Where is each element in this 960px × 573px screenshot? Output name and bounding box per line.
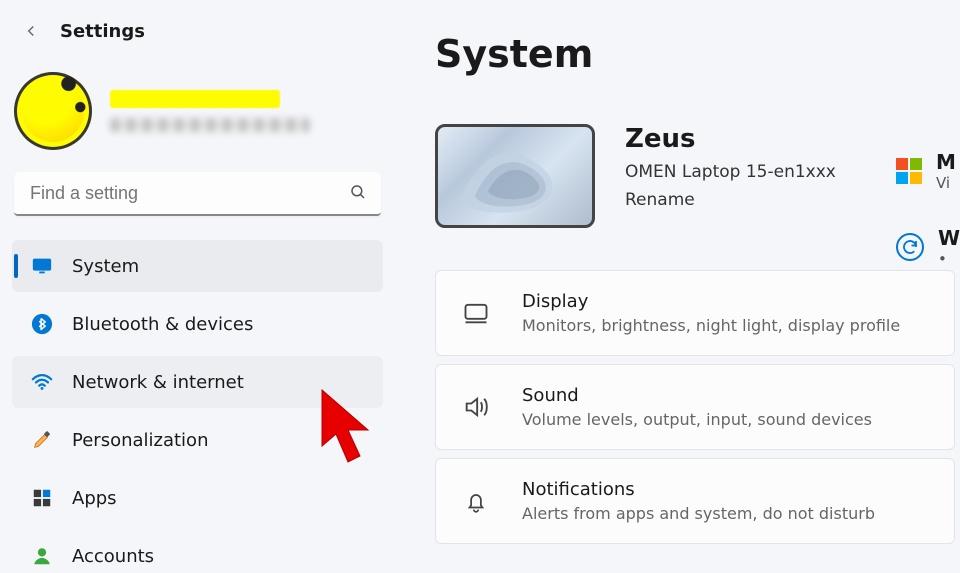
avatar — [14, 72, 92, 150]
sync-icon — [896, 233, 924, 261]
sidebar-item-label: Apps — [72, 488, 117, 509]
wu-heading: W — [938, 226, 960, 250]
bluetooth-icon — [30, 312, 54, 336]
arrow-left-icon — [22, 22, 40, 40]
card-title: Sound — [522, 385, 872, 406]
sidebar-item-label: Personalization — [72, 430, 208, 451]
wu-sub: • — [938, 250, 960, 268]
device-info: Zeus OMEN Laptop 15-en1xxx Rename — [625, 124, 836, 210]
device-name: Zeus — [625, 124, 836, 154]
page-title: System — [435, 32, 960, 76]
sidebar-item-system[interactable]: System — [12, 240, 383, 292]
header: Settings — [10, 18, 385, 44]
user-name-redacted — [110, 90, 280, 108]
card-sound[interactable]: Sound Volume levels, output, input, soun… — [435, 364, 955, 450]
device-model: OMEN Laptop 15-en1xxx — [625, 162, 836, 182]
paintbrush-icon — [30, 428, 54, 452]
wifi-icon — [30, 370, 54, 394]
display-icon — [462, 299, 490, 327]
right-column: M Vi W • — [896, 150, 960, 268]
sidebar-item-personalization[interactable]: Personalization — [12, 414, 383, 466]
card-notifications[interactable]: Notifications Alerts from apps and syste… — [435, 458, 955, 544]
person-icon — [30, 544, 54, 568]
search-box[interactable] — [14, 172, 381, 216]
sidebar: Settings System — [0, 0, 395, 573]
microsoft-logo-icon — [896, 158, 922, 184]
sound-icon — [462, 393, 490, 421]
nav-list: System Bluetooth & devices Network & int… — [10, 240, 385, 573]
device-thumbnail[interactable] — [435, 124, 595, 228]
search-input[interactable] — [14, 172, 381, 216]
back-button[interactable] — [18, 18, 44, 44]
monitor-icon — [30, 254, 54, 278]
user-email-redacted — [110, 118, 310, 132]
sidebar-item-label: System — [72, 256, 139, 277]
apps-icon — [30, 486, 54, 510]
card-title: Display — [522, 291, 900, 312]
card-subtitle: Alerts from apps and system, do not dist… — [522, 504, 875, 523]
card-display[interactable]: Display Monitors, brightness, night ligh… — [435, 270, 955, 356]
card-subtitle: Volume levels, output, input, sound devi… — [522, 410, 872, 429]
profile-text — [110, 90, 310, 132]
ms365-sub: Vi — [936, 174, 956, 192]
settings-card-list: Display Monitors, brightness, night ligh… — [435, 270, 960, 544]
sidebar-item-bluetooth[interactable]: Bluetooth & devices — [12, 298, 383, 350]
rename-link[interactable]: Rename — [625, 190, 836, 210]
card-subtitle: Monitors, brightness, night light, displ… — [522, 316, 900, 335]
main-content: System Zeus OMEN Laptop 15-en1xxx Rename… — [395, 0, 960, 573]
device-info-block: Zeus OMEN Laptop 15-en1xxx Rename — [435, 124, 960, 228]
sidebar-item-label: Network & internet — [72, 372, 244, 393]
sidebar-item-label: Bluetooth & devices — [72, 314, 253, 335]
settings-window: Settings System — [0, 0, 960, 573]
sidebar-item-network[interactable]: Network & internet — [12, 356, 383, 408]
bell-icon — [462, 487, 490, 515]
sidebar-item-label: Accounts — [72, 546, 154, 567]
app-title: Settings — [60, 21, 145, 42]
microsoft-365-tile[interactable]: M Vi — [896, 150, 960, 192]
sidebar-item-apps[interactable]: Apps — [12, 472, 383, 524]
ms365-heading: M — [936, 150, 956, 174]
wallpaper-graphic — [450, 131, 580, 221]
search-icon — [349, 183, 367, 205]
card-title: Notifications — [522, 479, 875, 500]
sidebar-item-accounts[interactable]: Accounts — [12, 530, 383, 573]
windows-update-tile[interactable]: W • — [896, 226, 960, 268]
profile-section[interactable] — [10, 44, 385, 168]
